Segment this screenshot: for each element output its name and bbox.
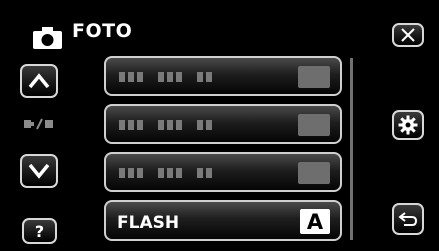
photo-video-switch-icon xyxy=(24,118,53,130)
greyed-label xyxy=(119,72,212,82)
help-label: ? xyxy=(34,221,45,241)
menu-item-flash[interactable]: FLASH A xyxy=(104,200,342,241)
close-icon xyxy=(401,28,415,42)
back-button[interactable] xyxy=(392,203,424,235)
page-title: FOTO xyxy=(72,20,133,42)
gear-icon xyxy=(398,115,418,135)
camera-icon xyxy=(33,27,62,49)
menu-item[interactable] xyxy=(104,56,342,96)
scroll-up-button[interactable] xyxy=(20,64,58,98)
chevron-down-icon xyxy=(28,163,50,179)
chevron-up-icon xyxy=(28,73,50,89)
greyed-label xyxy=(119,120,212,130)
greyed-value xyxy=(298,66,330,88)
greyed-value xyxy=(298,114,330,136)
scrollbar[interactable] xyxy=(350,58,353,240)
menu-item[interactable] xyxy=(104,104,342,144)
greyed-label xyxy=(119,168,212,178)
help-button[interactable]: ? xyxy=(22,218,57,244)
return-icon xyxy=(398,212,418,226)
flash-mode-value: A xyxy=(300,209,330,234)
scroll-down-button[interactable] xyxy=(20,154,58,188)
greyed-value xyxy=(298,162,330,184)
settings-button[interactable] xyxy=(392,110,424,140)
menu-item[interactable] xyxy=(104,152,342,192)
flash-label: FLASH xyxy=(117,213,180,233)
close-button[interactable] xyxy=(392,23,424,47)
